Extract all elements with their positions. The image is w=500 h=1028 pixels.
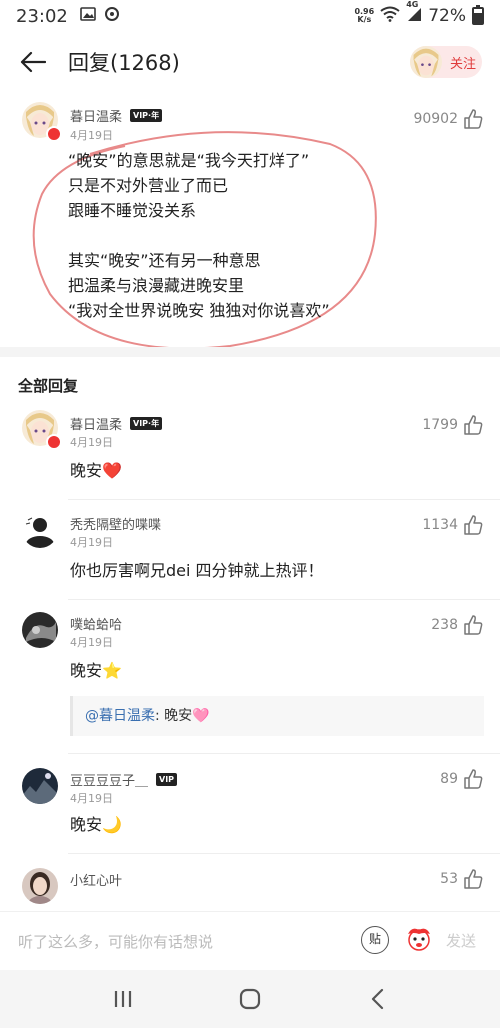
signal-icon: 4G [406, 0, 422, 27]
like-count: 1799 [422, 417, 458, 433]
username[interactable]: 暮日温柔 [70, 414, 122, 433]
thumb-up-icon [464, 869, 483, 889]
like-count: 238 [431, 617, 458, 633]
status-bar: 23:02 0.96 K/s 4G 72% [0, 0, 500, 32]
battery-icon [472, 5, 484, 25]
wifi-icon [380, 6, 400, 27]
battery-percent: 72% [428, 6, 466, 26]
comment-date: 4月19日 [70, 792, 113, 805]
emoji-face-icon [408, 928, 430, 951]
like-count: 89 [440, 771, 458, 787]
emoji-button[interactable] [404, 924, 434, 954]
follow-button[interactable]: 关注 [410, 46, 482, 78]
recent-apps-button[interactable] [103, 984, 143, 1014]
recent-apps-icon [115, 991, 132, 1007]
like-button[interactable]: 1134 [422, 514, 484, 536]
send-button[interactable]: 发送 [446, 930, 476, 951]
username[interactable]: 豆豆豆豆子＿ [70, 770, 148, 789]
username[interactable]: 小红心叶 [70, 870, 122, 889]
comment-text: “晚安”的意思就是“我今天打烊了” 只是不对外营业了而已 跟睡不睡觉没关系 其实“晚安… [68, 151, 330, 320]
follow-label: 关注 [450, 56, 477, 72]
comment-input[interactable]: 听了这么多，可能你有话想说 [18, 931, 213, 952]
like-button[interactable]: 238 [431, 614, 484, 636]
thumb-up-icon [464, 515, 483, 535]
status-time: 23:02 [16, 5, 68, 27]
avatar[interactable] [22, 868, 58, 904]
quoted-reply[interactable]: @暮日温柔: 晚安🩷 [70, 696, 484, 736]
sticker-button[interactable]: 贴 [361, 926, 389, 954]
like-count: 53 [440, 871, 458, 887]
section-divider [0, 347, 500, 357]
back-nav-button[interactable] [357, 984, 397, 1014]
system-nav-bar [0, 970, 500, 1028]
home-icon [239, 988, 261, 1010]
like-button[interactable]: 1799 [422, 414, 484, 436]
reply-text: 你也厉害啊兄dei 四分钟就上热评！ [70, 561, 324, 580]
reply-text: 晚安🌙 [70, 815, 122, 834]
back-button[interactable] [18, 47, 48, 77]
page-title: 回复(1268) [68, 51, 180, 75]
sync-icon [104, 6, 120, 27]
reply-text: 晚安⭐ [70, 661, 122, 680]
username[interactable]: 秃秃隔壁的喋喋 [70, 514, 161, 533]
avatar[interactable] [22, 768, 58, 804]
comment-date: 4月19日 [70, 436, 113, 449]
thumb-up-icon [464, 415, 483, 435]
username[interactable]: 噗蛤蛤哈 [70, 614, 122, 633]
like-button[interactable]: 89 [440, 768, 484, 790]
home-button[interactable] [230, 984, 270, 1014]
thumb-up-icon [464, 769, 483, 789]
comment-date: 4月19日 [70, 636, 113, 649]
reply-text: 晚安❤️ [70, 461, 122, 480]
reply-item: 噗蛤蛤哈 4月19日 238 晚安⭐ @暮日温柔: 晚安🩷 [0, 600, 500, 754]
reply-item: 暮日温柔 VIP·年 4月19日 1799 晚安❤️ [0, 400, 500, 500]
vip-tag: VIP·年 [130, 417, 163, 430]
vip-tag: VIP [156, 773, 178, 786]
reply-item: 小红心叶 53 [0, 854, 500, 912]
username[interactable]: 暮日温柔 [70, 106, 122, 125]
arrow-left-icon [20, 51, 46, 73]
comment-input-bar: 听了这么多，可能你有话想说 贴 发送 [0, 912, 500, 970]
header: 回复(1268) 关注 [0, 32, 500, 92]
like-button[interactable]: 90902 [413, 108, 484, 130]
vip-tag: VIP·年 [130, 109, 163, 122]
thumb-up-icon [464, 615, 483, 635]
author-avatar [410, 46, 442, 78]
like-count: 90902 [413, 111, 458, 127]
section-title: 全部回复 [18, 377, 79, 395]
like-button[interactable]: 53 [440, 868, 484, 890]
top-comment: 暮日温柔 VIP·年 4月19日 90902 “晚安”的意思就是“我今天打烊了”… [0, 96, 500, 350]
reply-item: 秃秃隔壁的喋喋 4月19日 1134 你也厉害啊兄dei 四分钟就上热评！ [0, 500, 500, 600]
vip-badge-icon [46, 434, 62, 450]
gallery-icon [80, 6, 96, 26]
reply-item: 豆豆豆豆子＿ VIP 4月19日 89 晚安🌙 [0, 754, 500, 854]
thumb-up-icon [464, 109, 483, 129]
avatar[interactable] [22, 612, 58, 648]
comment-date: 4月19日 [70, 536, 113, 549]
avatar[interactable] [22, 512, 58, 548]
mention-link[interactable]: @暮日温柔 [85, 708, 155, 724]
quoted-text: : 晚安🩷 [155, 708, 210, 724]
chevron-left-icon [371, 988, 383, 1010]
net-speed: 0.96 K/s [354, 7, 375, 24]
like-count: 1134 [422, 517, 458, 533]
